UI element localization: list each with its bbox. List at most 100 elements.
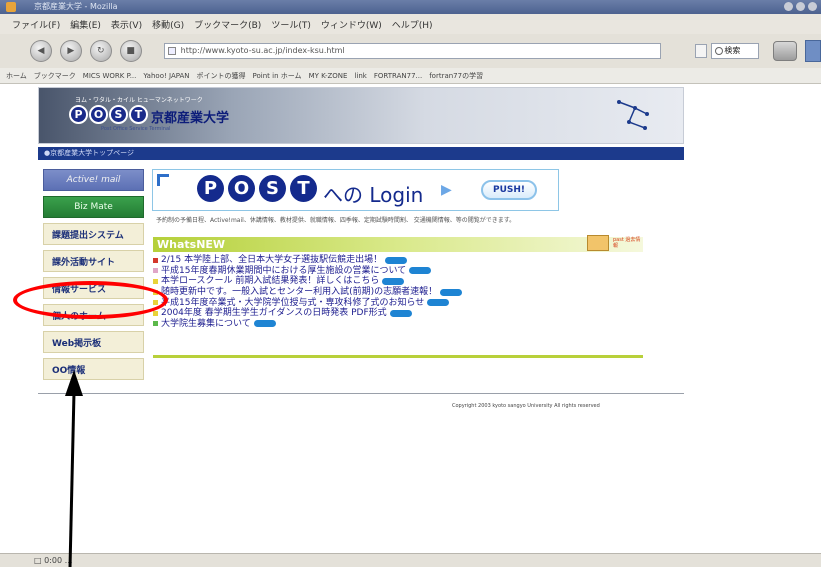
forward-button[interactable]: ▶ bbox=[59, 40, 82, 62]
menu-go[interactable]: 移動(G) bbox=[152, 18, 184, 31]
sidebar-item-active-mail[interactable]: Active! mail bbox=[43, 169, 144, 191]
pointer-arrow-icon bbox=[65, 370, 83, 567]
news-bullet-icon bbox=[153, 257, 158, 263]
news-item[interactable]: 本学ロースクール 前期入試結果発表！詳しくはこちら bbox=[153, 276, 633, 287]
menubar: ファイル(F) 編集(E) 表示(V) 移動(G) ブックマーク(B) ツール(… bbox=[0, 14, 821, 34]
url-bar[interactable]: http://www.kyoto-su.ac.jp/index-ksu.html bbox=[163, 43, 662, 59]
menu-help[interactable]: ヘルプ(H) bbox=[392, 18, 433, 31]
bookmark-item[interactable]: Yahoo! JAPAN bbox=[143, 72, 189, 80]
news-item-text: 2004年度 春学期生学生ガイダンスの日時発表 PDF形式 bbox=[161, 308, 387, 319]
sidebar-toggle-icon[interactable] bbox=[805, 40, 821, 62]
sidebar-menu: Active! mail Biz Mate 課題提出システム 課外活動サイト 情… bbox=[43, 169, 144, 385]
post-logo[interactable]: P O S T bbox=[69, 105, 148, 124]
news-item-text: 大学院生募集について bbox=[161, 318, 251, 329]
bookmark-item[interactable]: ポイントの獲得 bbox=[197, 71, 246, 81]
new-badge-icon bbox=[385, 256, 408, 264]
forward-arrow-icon: ▶ bbox=[67, 46, 75, 56]
web-page: ヨム・ワタル・カイル ヒューマンネットワーク P O S T 京都産業大学 Po… bbox=[0, 85, 821, 553]
search-button[interactable]: 検索 bbox=[711, 43, 760, 59]
bookmark-item[interactable]: link bbox=[354, 72, 366, 80]
post-logo-letter: T bbox=[129, 105, 148, 124]
go-button[interactable] bbox=[695, 44, 708, 58]
news-bullet-icon bbox=[153, 310, 158, 316]
push-login-button[interactable]: PUSH! bbox=[481, 180, 537, 200]
bookmark-item[interactable]: Point in ホーム bbox=[253, 71, 302, 81]
banner-tagline: ヨム・ワタル・カイル ヒューマンネットワーク bbox=[75, 97, 203, 104]
news-bullet-icon bbox=[153, 268, 158, 274]
menu-file[interactable]: ファイル(F) bbox=[12, 18, 60, 31]
window-titlebar: 京都産業大学 - Mozilla bbox=[0, 0, 821, 14]
news-item-text: 平成15年度春期休業期間中における厚生施設の営業について bbox=[161, 265, 407, 276]
post-login-logo: P O S T bbox=[197, 175, 317, 202]
post-login-letter: T bbox=[290, 175, 317, 202]
menu-window[interactable]: ウィンドウ(W) bbox=[321, 18, 382, 31]
back-button[interactable]: ◀ bbox=[30, 40, 52, 62]
site-header-banner: ヨム・ワタル・カイル ヒューマンネットワーク P O S T 京都産業大学 Po… bbox=[38, 87, 684, 144]
menu-view[interactable]: 表示(V) bbox=[111, 18, 142, 31]
news-item[interactable]: 2/15 本学陸上部、全日本大学女子選抜駅伝競走出場！ bbox=[153, 255, 633, 266]
bookmark-item[interactable]: FORTRAN77... bbox=[374, 72, 422, 80]
new-badge-icon bbox=[382, 277, 405, 285]
sidebar-item-web-board[interactable]: Web掲示板 bbox=[43, 331, 144, 353]
news-item[interactable]: 平成15年度卒業式・大学院学位授与式・専攻科修了式のお知らせ bbox=[153, 297, 633, 308]
minimize-button[interactable] bbox=[784, 2, 793, 11]
new-badge-icon bbox=[427, 299, 450, 307]
news-item[interactable]: 2004年度 春学期生学生ガイダンスの日時発表 PDF形式 bbox=[153, 308, 633, 319]
post-logo-letter: P bbox=[69, 105, 88, 124]
sidebar-item-biz-mate[interactable]: Biz Mate bbox=[43, 196, 144, 218]
reload-icon: ↻ bbox=[96, 46, 105, 56]
news-item[interactable]: 随時更新中です。一般入試とセンター利用入試(前期)の志願者速報！ bbox=[153, 287, 633, 298]
news-list: 2/15 本学陸上部、全日本大学女子選抜駅伝競走出場！ 平成15年度春期休業期間… bbox=[153, 255, 633, 329]
breadcrumb[interactable]: ●京都産業大学トップページ bbox=[38, 147, 684, 160]
page-icon bbox=[167, 47, 176, 55]
close-button[interactable] bbox=[808, 2, 817, 11]
print-icon[interactable] bbox=[773, 41, 798, 61]
new-badge-icon bbox=[409, 267, 432, 275]
whats-new-header: WhatsNEW past 過去情報 bbox=[153, 235, 643, 252]
maximize-button[interactable] bbox=[796, 2, 805, 11]
menu-bookmarks[interactable]: ブックマーク(B) bbox=[194, 18, 261, 31]
browser-app-icon bbox=[6, 2, 16, 12]
search-label: 検索 bbox=[724, 46, 741, 55]
past-news-link[interactable]: past 過去情報 bbox=[613, 237, 641, 249]
news-item-text: 随時更新中です。一般入試とセンター利用入試(前期)の志願者速報！ bbox=[161, 287, 438, 298]
bookmark-item[interactable]: MICS WORK P... bbox=[83, 72, 137, 80]
post-login-letter: P bbox=[197, 175, 224, 202]
banner-subtitle: Post Office Service Terminal bbox=[101, 126, 171, 132]
stop-button[interactable]: ■ bbox=[119, 40, 142, 62]
status-bar: □ 0:00 … bbox=[0, 553, 821, 567]
reload-button[interactable]: ↻ bbox=[89, 40, 112, 62]
post-login-banner[interactable]: P O S T への Login ▶ PUSH! bbox=[152, 169, 559, 211]
sidebar-item-assignment-system[interactable]: 課題提出システム bbox=[43, 223, 144, 245]
news-divider bbox=[153, 355, 643, 358]
folder-icon[interactable] bbox=[587, 235, 609, 251]
url-text: http://www.kyoto-su.ac.jp/index-ksu.html bbox=[180, 46, 345, 55]
news-item[interactable]: 平成15年度春期休業期間中における厚生施設の営業について bbox=[153, 266, 633, 277]
bookmark-item[interactable]: fortran77の学習 bbox=[429, 71, 483, 81]
news-item-text: 平成15年度卒業式・大学院学位授与式・専攻科修了式のお知らせ bbox=[161, 297, 425, 308]
post-login-letter: S bbox=[259, 175, 286, 202]
post-login-letter: O bbox=[228, 175, 255, 202]
menu-tools[interactable]: ツール(T) bbox=[271, 18, 311, 31]
back-arrow-icon: ◀ bbox=[37, 46, 45, 56]
corner-arrow-icon bbox=[157, 174, 169, 186]
stop-icon: ■ bbox=[126, 46, 135, 56]
bookmark-item[interactable]: MY K-ZONE bbox=[309, 72, 348, 80]
menu-edit[interactable]: 編集(E) bbox=[70, 18, 101, 31]
copyright-notice: Copyright 2003 kyoto sangyo University A… bbox=[452, 403, 600, 409]
news-item-text: 2/15 本学陸上部、全日本大学女子選抜駅伝競走出場！ bbox=[161, 255, 383, 266]
content-divider bbox=[38, 393, 684, 394]
intro-text: 予約制の予備日程、Active!mail、休講情報、教材提供、就職情報、四季報、… bbox=[156, 217, 516, 224]
news-bullet-icon bbox=[153, 278, 158, 284]
bookmark-item[interactable]: ブックマーク bbox=[34, 71, 76, 81]
navigation-toolbar: ◀ ▶ ↻ ■ http://www.kyoto-su.ac.jp/index-… bbox=[0, 34, 821, 68]
sidebar-item-extracurricular[interactable]: 課外活動サイト bbox=[43, 250, 144, 272]
new-badge-icon bbox=[440, 288, 463, 296]
window-title: 京都産業大学 - Mozilla bbox=[34, 2, 118, 11]
bookmark-item[interactable]: ホーム bbox=[6, 71, 27, 81]
news-item[interactable]: 大学院生募集について bbox=[153, 319, 633, 330]
news-bullet-icon bbox=[153, 321, 158, 327]
new-badge-icon bbox=[253, 320, 276, 328]
login-text: への Login bbox=[323, 183, 424, 207]
whats-new-title: WhatsNEW bbox=[157, 238, 226, 251]
